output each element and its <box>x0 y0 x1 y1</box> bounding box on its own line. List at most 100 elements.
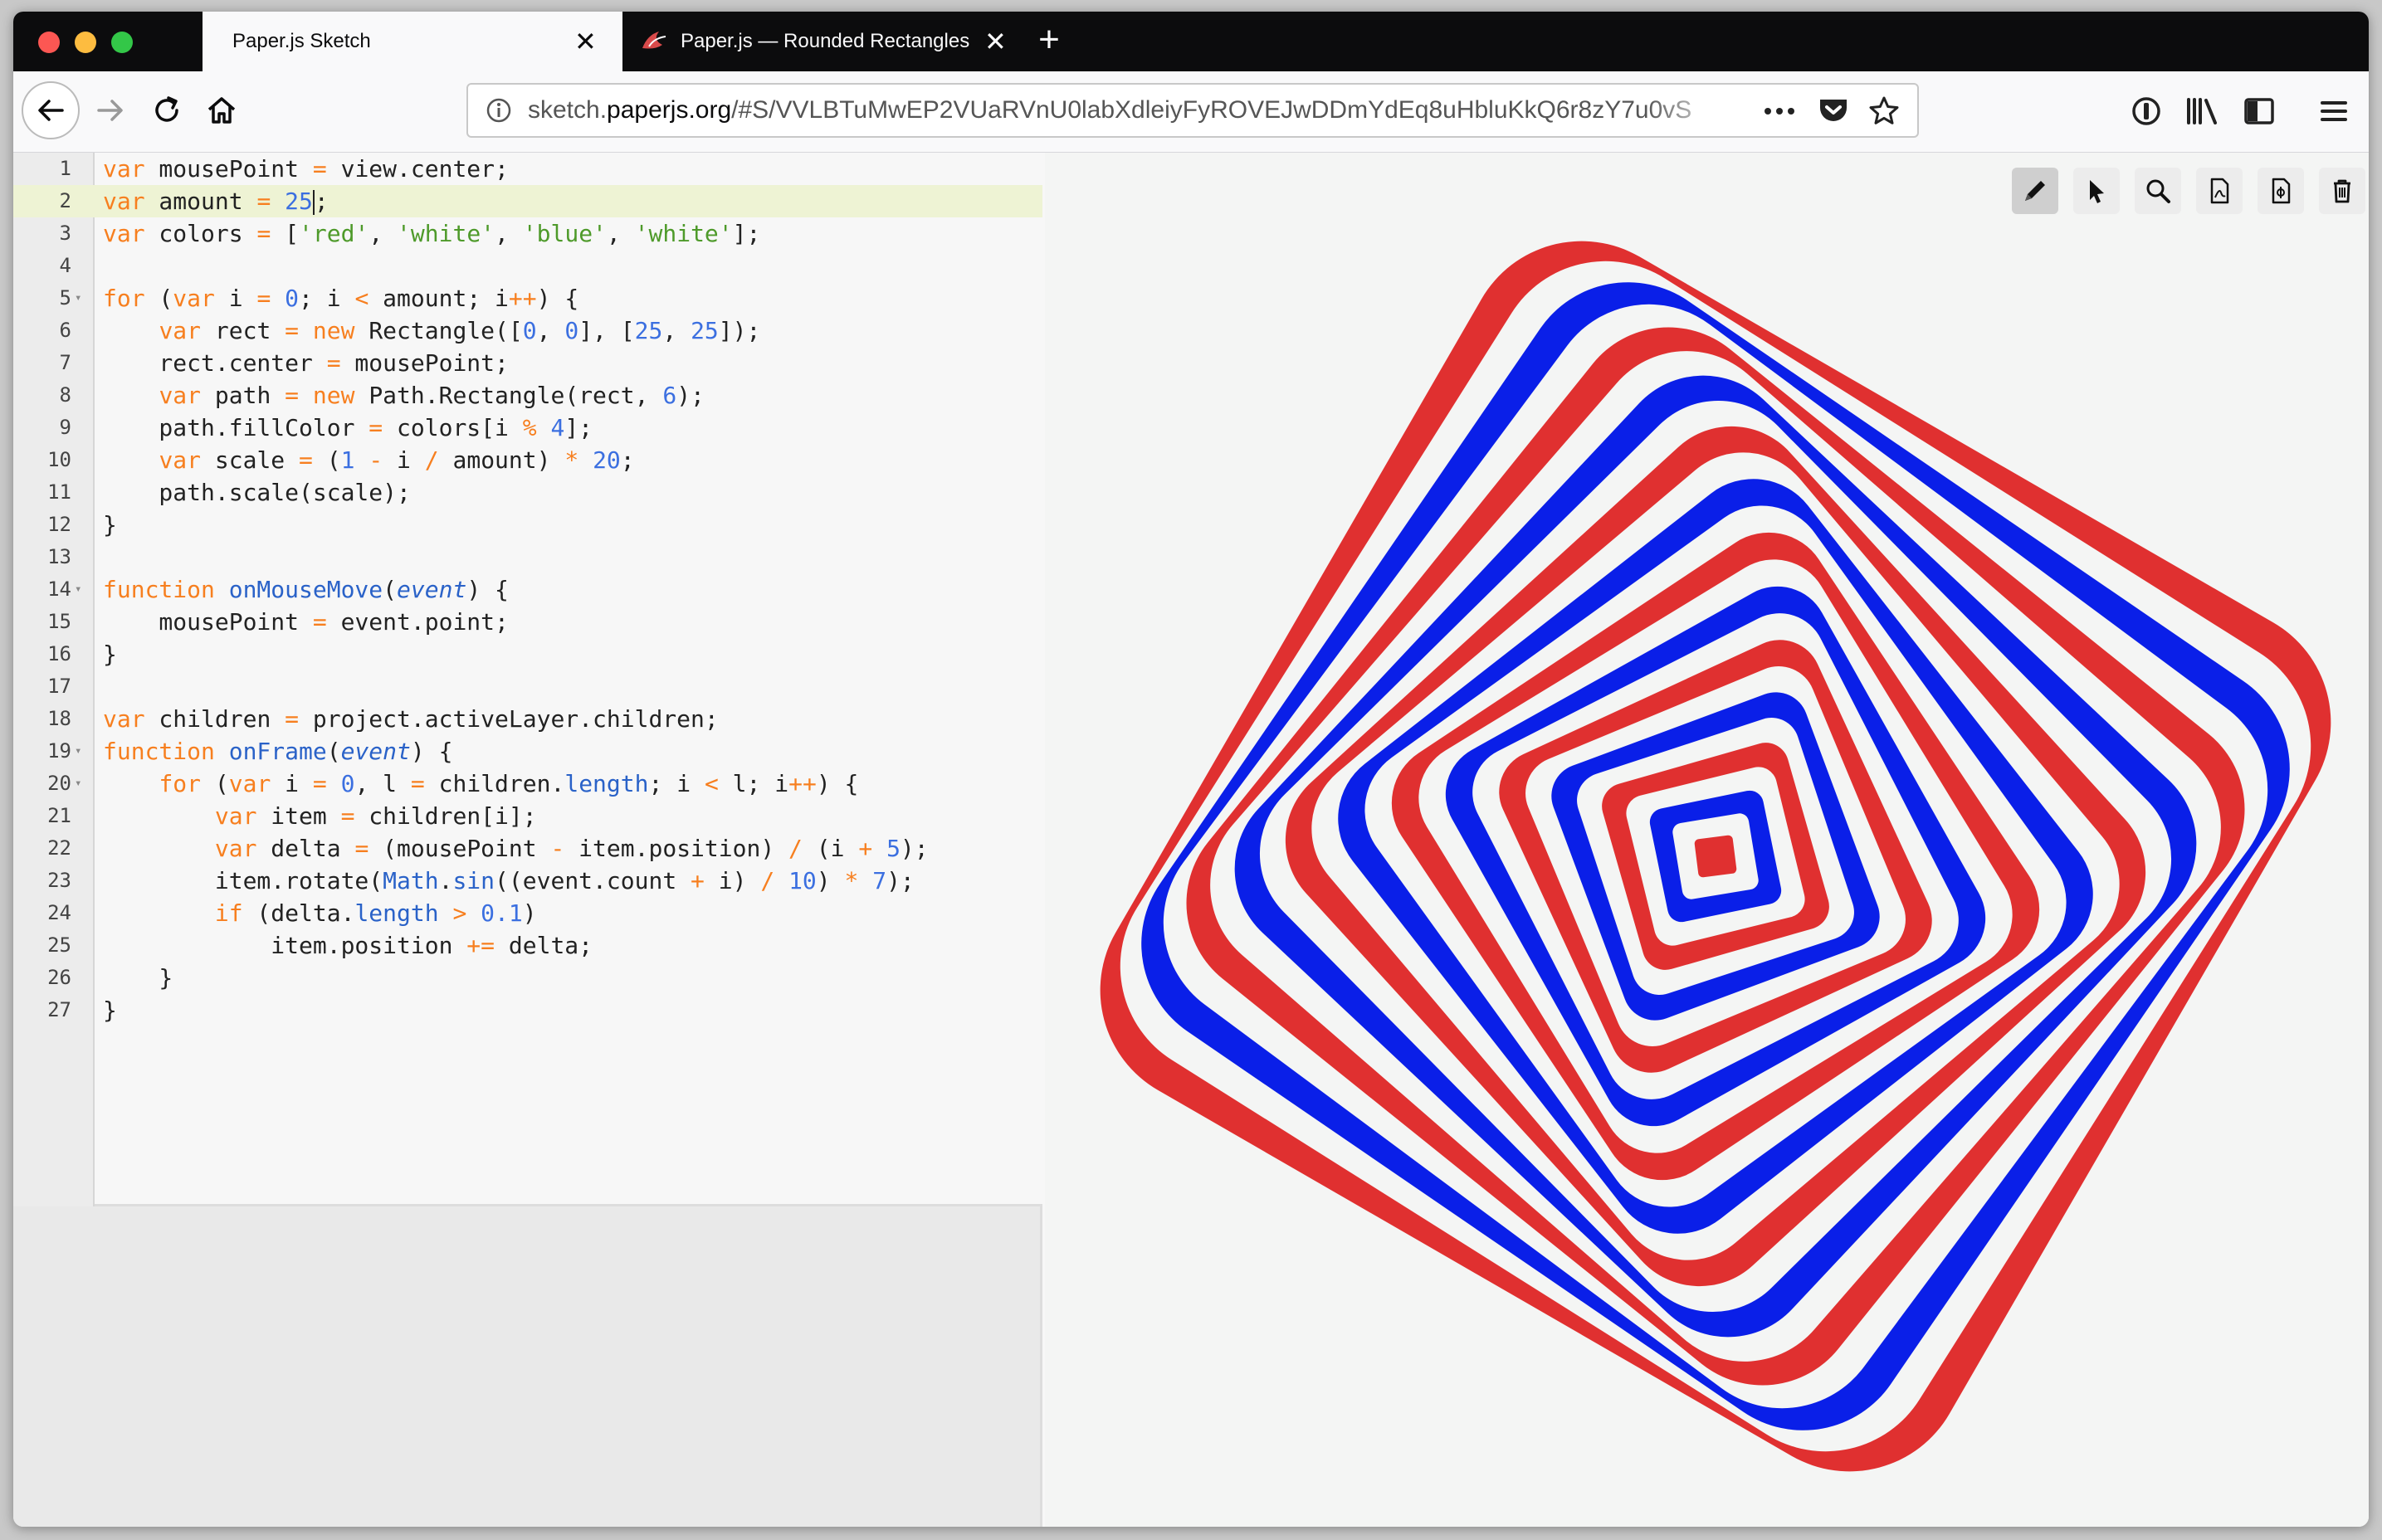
code-line[interactable]: 15 mousePoint = event.point; <box>13 606 1042 638</box>
code-line[interactable]: 11 path.scale(scale); <box>13 476 1042 509</box>
line-number: 22 <box>47 836 71 860</box>
code-line[interactable]: 4 <box>13 250 1042 282</box>
line-number: 6 <box>59 319 71 342</box>
code-line[interactable]: 6 var rect = new Rectangle([0, 0], [25, … <box>13 314 1042 347</box>
tab-rounded-rectangles[interactable]: Paper.js — Rounded Rectangles ✕ <box>622 12 1021 71</box>
code-text: var colors = ['red', 'white', 'blue', 'w… <box>103 220 761 247</box>
close-window-button[interactable] <box>38 32 60 53</box>
code-editor-pane: 1 var mousePoint = view.center; 2 var amoun… <box>13 153 1042 1527</box>
home-button[interactable] <box>201 90 242 131</box>
code-text: var delta = (mousePoint - item.position)… <box>214 835 929 862</box>
code-text: item.position += delta; <box>103 932 593 959</box>
code-line[interactable]: 8 var path = new Path.Rectangle(rect, 6)… <box>13 379 1042 412</box>
code-text: path.fillColor = colors[i % 4]; <box>103 414 593 441</box>
console-pane[interactable] <box>13 1209 1042 1527</box>
line-number: 8 <box>59 383 71 407</box>
reload-icon <box>155 96 178 122</box>
fold-toggle-icon[interactable]: ▾ <box>75 768 81 800</box>
code-line[interactable]: 13 <box>13 541 1042 573</box>
code-text: function onFrame(event) { <box>103 738 453 765</box>
code-text: } <box>103 997 117 1024</box>
code-line[interactable]: 20 ▾ for (var i = 0, l = children.length;… <box>13 768 1042 800</box>
line-number: 11 <box>47 480 71 504</box>
library-icon[interactable] <box>2184 95 2221 128</box>
code-line[interactable]: 14 ▾ function onMouseMove(event) { <box>13 573 1042 606</box>
fold-toggle-icon[interactable]: ▾ <box>75 573 81 606</box>
info-icon <box>486 98 511 123</box>
fold-toggle-icon[interactable]: ▾ <box>75 282 81 314</box>
code-line[interactable]: 3 var colors = ['red', 'white', 'blue', '… <box>13 217 1042 250</box>
code-line[interactable]: 25 item.position += delta; <box>13 929 1042 962</box>
code-line[interactable]: 17 <box>13 670 1042 703</box>
code-text: path.scale(scale); <box>103 479 411 506</box>
tab-label: Paper.js — Rounded Rectangles <box>681 30 970 52</box>
forward-button[interactable] <box>90 90 131 131</box>
sketch-canvas[interactable] <box>1045 153 2369 1527</box>
bookmark-star-icon[interactable] <box>1867 95 1901 128</box>
code-line[interactable]: 2 var amount = 25; <box>13 185 1042 217</box>
line-number: 12 <box>47 513 71 536</box>
code-line[interactable]: 27} <box>13 994 1042 1026</box>
navigation-toolbar: sketch.paperjs.org/#S/VVLBTuMwEP2VUaRVnU… <box>13 71 2369 153</box>
tab-bar: Paper.js Sketch ✕ Paper.js — Rounded Rec… <box>13 12 2369 71</box>
line-number: 19 <box>47 739 71 763</box>
paperjs-favicon-icon <box>642 32 666 49</box>
line-number: 5 <box>59 286 71 309</box>
fold-toggle-icon[interactable]: ▾ <box>75 735 81 768</box>
code-line[interactable]: 16} <box>13 638 1042 670</box>
content-blocking-icon[interactable] <box>2130 95 2163 128</box>
code-line[interactable]: 23 item.rotate(Math.sin((event.count + i… <box>13 865 1042 897</box>
code-line[interactable]: 9 path.fillColor = colors[i % 4]; <box>13 412 1042 444</box>
line-number: 27 <box>47 998 71 1021</box>
code-line[interactable]: 7 rect.center = mousePoint; <box>13 347 1042 379</box>
code-line[interactable]: 1 var mousePoint = view.center; <box>13 153 1042 185</box>
code-line[interactable]: 26 } <box>13 962 1042 994</box>
reload-button[interactable] <box>146 90 188 131</box>
line-number: 26 <box>47 966 71 989</box>
line-number: 24 <box>47 901 71 924</box>
home-icon <box>207 97 236 124</box>
zoom-window-button[interactable] <box>111 32 133 53</box>
line-number: 20 <box>47 772 71 795</box>
code-line[interactable]: 19 ▾ function onFrame(event) { <box>13 735 1042 768</box>
url-text[interactable]: sketch.paperjs.org/#S/VVLBTuMwEP2VUaRVnU… <box>528 85 1723 136</box>
code-line[interactable]: 22 var delta = (mousePoint - item.positi… <box>13 832 1042 865</box>
code-text: var mousePoint = view.center; <box>103 155 509 183</box>
browser-window: Paper.js Sketch ✕ Paper.js — Rounded Rec… <box>13 12 2369 1527</box>
url-path: /#S/VVLBTuMwEP2VUaRVnU0labXdleiyFyROVEJw… <box>731 96 1692 124</box>
code-line[interactable]: 12} <box>13 509 1042 541</box>
code-line[interactable]: 5 ▾ for (var i = 0; i < amount; i++) { <box>13 282 1042 314</box>
tab-paperjs-sketch[interactable]: Paper.js Sketch ✕ <box>203 12 622 71</box>
code-text: var item = children[i]; <box>214 802 537 830</box>
line-number: 3 <box>59 222 71 245</box>
page-actions-icon[interactable] <box>1763 106 1796 116</box>
back-button[interactable] <box>22 81 80 139</box>
canvas-pane[interactable] <box>1045 153 2369 1527</box>
code-text: for (var i = 0, l = children.length; i <… <box>159 770 859 797</box>
minimize-window-button[interactable] <box>75 32 96 53</box>
code-editor[interactable]: 1 var mousePoint = view.center; 2 var amoun… <box>13 153 1042 1206</box>
code-line[interactable]: 10 var scale = (1 - i / amount) * 20; <box>13 444 1042 476</box>
new-tab-button[interactable]: + <box>1031 22 1067 60</box>
hamburger-menu-icon[interactable] <box>2317 95 2350 128</box>
close-tab-icon[interactable]: ✕ <box>984 28 1007 55</box>
line-number: 13 <box>47 545 71 568</box>
code-text: rect.center = mousePoint; <box>103 349 509 377</box>
pocket-icon[interactable] <box>1818 96 1849 126</box>
sidebar-toggle-icon[interactable] <box>2243 95 2276 128</box>
code-text: item.rotate(Math.sin((event.count + i) /… <box>103 867 915 894</box>
code-text: for (var i = 0; i < amount; i++) { <box>103 285 579 312</box>
code-text: var children = project.activeLayer.child… <box>103 705 719 733</box>
close-tab-icon[interactable]: ✕ <box>574 28 597 55</box>
line-number: 7 <box>59 351 71 374</box>
code-line[interactable]: 18 var children = project.activeLayer.chi… <box>13 703 1042 735</box>
line-number: 10 <box>47 448 71 471</box>
url-prefix: sketch. <box>528 96 608 124</box>
url-bar[interactable]: sketch.paperjs.org/#S/VVLBTuMwEP2VUaRVnU… <box>466 83 1919 138</box>
code-text: function onMouseMove(event) { <box>103 576 509 603</box>
code-text: var amount = 25; <box>103 188 329 215</box>
code-line[interactable]: 24 if (delta.length > 0.1) <box>13 897 1042 929</box>
line-number: 15 <box>47 610 71 633</box>
code-line[interactable]: 21 var item = children[i]; <box>13 800 1042 832</box>
code-text: var scale = (1 - i / amount) * 20; <box>159 446 635 474</box>
